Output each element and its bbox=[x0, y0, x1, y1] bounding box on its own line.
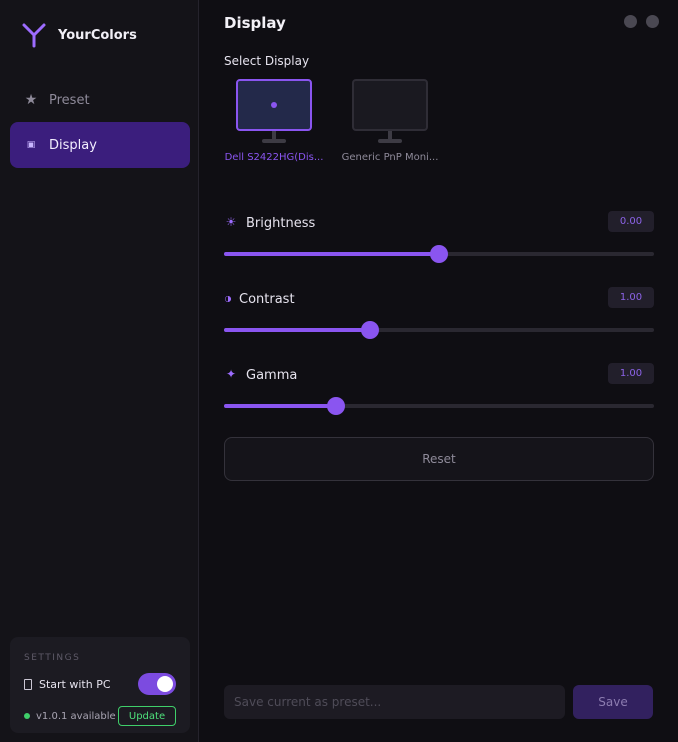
monitor-name: Dell S2422HG(Dis... bbox=[224, 152, 324, 163]
sun-icon: ☀ bbox=[225, 215, 237, 229]
version-label: v1.0.1 available bbox=[36, 710, 116, 722]
monitor-screen bbox=[352, 79, 428, 131]
monitor-screen bbox=[236, 79, 312, 131]
slider-thumb[interactable] bbox=[430, 245, 448, 263]
toggle-knob bbox=[157, 676, 173, 692]
brand: YourColors bbox=[21, 22, 137, 48]
contrast-control: ◑ Contrast 1.00 bbox=[224, 286, 654, 339]
update-button[interactable]: Update bbox=[118, 706, 176, 726]
app-window: YourColors ★ Preset ▣ Display SETTINGS S… bbox=[0, 0, 678, 742]
device-icon bbox=[24, 678, 32, 690]
brightness-value[interactable]: 0.00 bbox=[608, 211, 654, 232]
app-name: YourColors bbox=[58, 27, 137, 43]
gamma-value[interactable]: 1.00 bbox=[608, 363, 654, 384]
status-dot-icon bbox=[24, 713, 30, 719]
save-button[interactable]: Save bbox=[573, 685, 653, 719]
contrast-label: Contrast bbox=[239, 292, 295, 307]
preset-name-input[interactable] bbox=[224, 685, 565, 719]
gamma-control: ✦ Gamma 1.00 bbox=[224, 362, 654, 415]
start-with-pc-toggle[interactable] bbox=[138, 673, 176, 695]
page-title: Display bbox=[224, 14, 286, 32]
sidebar-item-preset[interactable]: ★ Preset bbox=[10, 77, 190, 123]
main-panel: Display Select Display Dell S2422HG(Dis.… bbox=[200, 0, 678, 742]
selected-dot-icon bbox=[271, 102, 277, 108]
sidebar-item-label: Preset bbox=[49, 92, 90, 108]
close-button[interactable] bbox=[646, 15, 659, 28]
settings-title: SETTINGS bbox=[24, 653, 81, 663]
monitor-stand bbox=[272, 131, 276, 139]
contrast-icon: ◑ bbox=[224, 294, 232, 303]
display-dot-icon: ▣ bbox=[26, 140, 36, 150]
sparkle-icon: ✦ bbox=[225, 367, 237, 381]
star-icon: ★ bbox=[24, 92, 38, 108]
slider-thumb[interactable] bbox=[361, 321, 380, 339]
brightness-control: ☀ Brightness 0.00 bbox=[224, 210, 654, 263]
gamma-slider[interactable] bbox=[224, 397, 654, 415]
brightness-slider[interactable] bbox=[224, 245, 654, 263]
monitor-stand bbox=[388, 131, 392, 139]
startup-label: Start with PC bbox=[39, 677, 111, 691]
gamma-label: Gamma bbox=[246, 368, 298, 383]
select-display-label: Select Display bbox=[224, 54, 310, 68]
brightness-label: Brightness bbox=[246, 216, 316, 231]
sidebar-item-display[interactable]: ▣ Display bbox=[10, 122, 190, 168]
reset-button[interactable]: Reset bbox=[224, 437, 654, 481]
contrast-value[interactable]: 1.00 bbox=[608, 287, 654, 308]
version-row: v1.0.1 available Update bbox=[24, 706, 176, 726]
minimize-button[interactable] bbox=[624, 15, 637, 28]
slider-fill bbox=[224, 328, 371, 332]
sidebar: YourColors ★ Preset ▣ Display SETTINGS S… bbox=[0, 0, 199, 742]
slider-fill bbox=[224, 404, 336, 408]
slider-fill bbox=[224, 252, 439, 256]
startup-row: Start with PC bbox=[24, 673, 176, 695]
sidebar-item-label: Display bbox=[49, 137, 97, 153]
settings-panel: SETTINGS Start with PC v1.0.1 available … bbox=[10, 637, 190, 733]
y-logo-icon bbox=[22, 23, 46, 48]
contrast-slider[interactable] bbox=[224, 321, 654, 339]
monitor-base bbox=[378, 139, 402, 143]
monitor-base bbox=[262, 139, 286, 143]
monitor-name: Generic PnP Moni... bbox=[341, 152, 439, 163]
slider-thumb[interactable] bbox=[326, 397, 345, 415]
